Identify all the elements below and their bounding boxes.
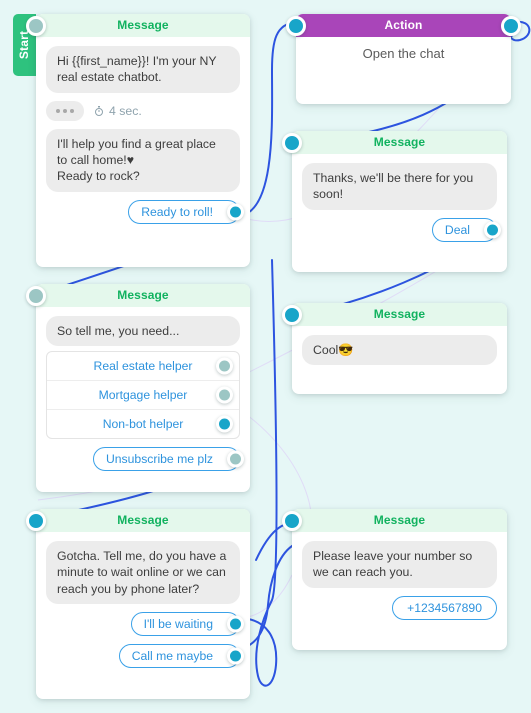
option-connector-dot[interactable] — [216, 415, 233, 433]
node-body: Please leave your number so we can reach… — [292, 532, 507, 632]
input-connector-dot[interactable] — [282, 511, 302, 531]
reply-button-label: +1234567890 — [407, 600, 482, 615]
node-body: Gotcha. Tell me, do you have a minute to… — [36, 532, 250, 680]
stopwatch-icon — [95, 105, 103, 116]
button-connector-dot[interactable] — [227, 615, 244, 633]
input-connector-dot[interactable] — [26, 286, 46, 306]
option-connector-dot[interactable] — [216, 386, 233, 404]
start-tab-label: Start — [17, 30, 32, 60]
node-needs-message[interactable]: Message So tell me, you need... Real est… — [26, 284, 250, 492]
flow-canvas[interactable]: Start Message Hi {{first_name}}! I'm you… — [0, 0, 531, 713]
options-list: Real estate helper Mortgage helper Non-b… — [46, 351, 240, 440]
reply-button-label: Ready to roll! — [141, 204, 213, 219]
node-gotcha-message[interactable]: Message Gotcha. Tell me, do you have a m… — [26, 509, 250, 699]
message-bubble[interactable]: So tell me, you need... — [46, 316, 240, 347]
reply-button-row: Unsubscribe me plz — [46, 447, 244, 472]
reply-button[interactable]: +1234567890 — [392, 595, 497, 620]
node-header: Message — [26, 14, 250, 37]
node-header: Message — [26, 509, 250, 532]
option-row[interactable]: Real estate helper — [47, 352, 239, 382]
node-body: Thanks, we'll be there for you soon! Dea… — [292, 154, 507, 254]
node-title: Message — [373, 307, 426, 321]
action-text: Open the chat — [362, 46, 445, 61]
option-row[interactable]: Mortgage helper — [47, 381, 239, 411]
reply-button[interactable]: Unsubscribe me plz — [92, 447, 244, 472]
node-phone-message[interactable]: Message Please leave your number so we c… — [282, 509, 507, 650]
delay-label-wrap: 4 sec. — [93, 104, 142, 118]
reply-button[interactable]: Ready to roll! — [128, 199, 244, 224]
option-connector-dot[interactable] — [216, 357, 233, 375]
node-body: So tell me, you need... Real estate help… — [36, 307, 250, 483]
reply-button-label: Call me maybe — [131, 649, 213, 664]
input-connector-dot[interactable] — [26, 16, 46, 36]
node-action[interactable]: Action Open the chat — [286, 14, 521, 104]
input-connector-dot[interactable] — [282, 305, 302, 325]
option-label: Real estate helper — [93, 359, 193, 374]
reply-button-row: Ready to roll! — [46, 199, 244, 224]
node-title: Message — [117, 513, 169, 527]
input-connector-dot[interactable] — [286, 16, 306, 36]
button-connector-dot[interactable] — [227, 450, 244, 468]
output-connector-dot[interactable] — [501, 16, 521, 36]
message-bubble[interactable]: Thanks, we'll be there for you soon! — [302, 163, 497, 210]
message-bubble[interactable]: Please leave your number so we can reach… — [302, 541, 497, 588]
node-cool-message[interactable]: Message Cool😎 — [282, 303, 507, 394]
node-title: Message — [117, 18, 169, 32]
button-connector-dot[interactable] — [484, 221, 501, 239]
node-header: Action — [286, 14, 521, 37]
node-title: Message — [373, 135, 426, 149]
reply-button-row: Call me maybe — [46, 644, 244, 669]
message-bubble[interactable]: Gotcha. Tell me, do you have a minute to… — [46, 541, 240, 605]
button-connector-dot[interactable] — [227, 647, 244, 665]
button-connector-dot[interactable] — [227, 203, 244, 221]
delay-label: 4 sec. — [109, 103, 142, 118]
node-body: Hi {{first_name}}! I'm your NY real esta… — [36, 37, 250, 236]
node-title: Message — [117, 288, 169, 302]
message-bubble[interactable]: Hi {{first_name}}! I'm your NY real esta… — [46, 46, 240, 93]
node-header: Message — [26, 284, 250, 307]
reply-button-label: Deal — [444, 222, 470, 237]
reply-button-row: +1234567890 — [302, 595, 497, 620]
reply-button[interactable]: Call me maybe — [118, 644, 244, 669]
message-bubble[interactable]: Cool😎 — [302, 335, 497, 366]
reply-button-label: I'll be waiting — [143, 617, 213, 632]
input-connector-dot[interactable] — [26, 511, 46, 531]
node-thanks-message[interactable]: Message Thanks, we'll be there for you s… — [282, 131, 507, 272]
typing-indicator — [46, 100, 84, 121]
node-header: Message — [282, 131, 507, 154]
reply-button-label: Unsubscribe me plz — [105, 452, 213, 467]
reply-button-row: I'll be waiting — [46, 612, 244, 637]
node-header: Message — [282, 509, 507, 532]
node-title: Action — [384, 18, 423, 32]
typing-delay-row[interactable]: 4 sec. — [46, 100, 240, 121]
reply-button[interactable]: I'll be waiting — [130, 612, 244, 637]
reply-button-row: Deal — [302, 217, 501, 242]
option-label: Mortgage helper — [98, 388, 188, 403]
node-body: Cool😎 — [292, 326, 507, 385]
node-welcome-message[interactable]: Message Hi {{first_name}}! I'm your NY r… — [26, 14, 250, 267]
reply-button[interactable]: Deal — [431, 217, 501, 242]
message-bubble[interactable]: I'll help you find a great place to call… — [46, 128, 240, 192]
node-title: Message — [373, 513, 426, 527]
option-row[interactable]: Non-bot helper — [47, 410, 239, 438]
node-header: Message — [282, 303, 507, 326]
option-label: Non-bot helper — [102, 417, 184, 432]
input-connector-dot[interactable] — [282, 133, 302, 153]
